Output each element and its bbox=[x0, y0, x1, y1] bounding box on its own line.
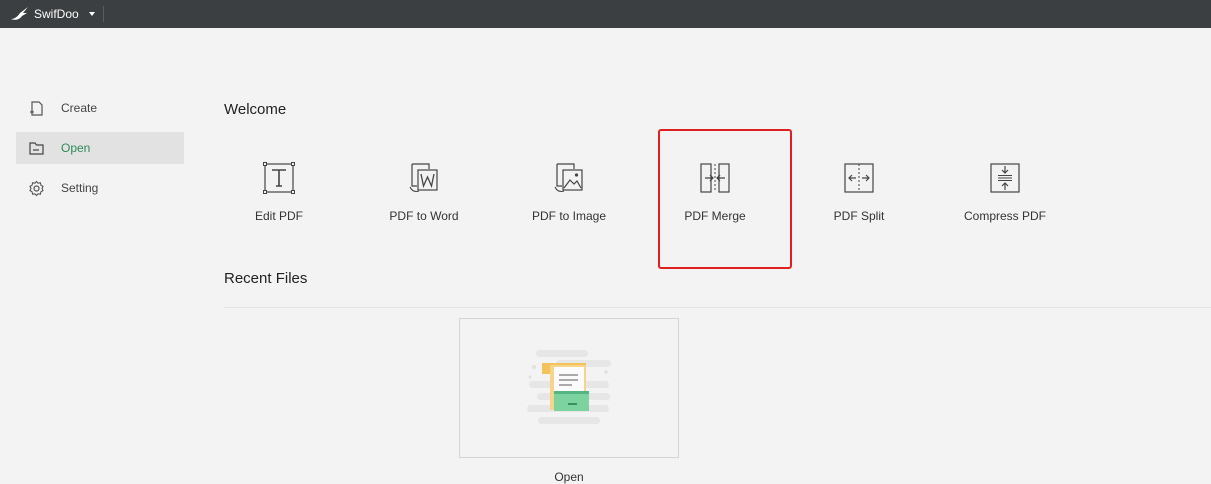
text-edit-icon bbox=[263, 162, 295, 194]
sidebar-item-label: Open bbox=[61, 141, 91, 155]
tool-label: Edit PDF bbox=[254, 209, 303, 223]
open-file-card[interactable] bbox=[459, 318, 679, 458]
sidebar-item-setting[interactable]: Setting bbox=[16, 172, 184, 204]
app-menu-dropdown-icon[interactable] bbox=[89, 12, 95, 16]
word-icon bbox=[409, 163, 438, 193]
tool-compress-pdf[interactable]: Compress PDF bbox=[940, 160, 1070, 230]
tool-pdf-to-image[interactable]: PDF to Image bbox=[504, 160, 634, 230]
compress-icon bbox=[990, 163, 1020, 193]
sidebar-item-create[interactable]: Create bbox=[16, 92, 184, 124]
tool-label: PDF Split bbox=[833, 209, 885, 223]
create-file-icon bbox=[30, 101, 43, 116]
gear-icon bbox=[29, 180, 44, 197]
title-divider bbox=[103, 6, 104, 22]
swift-bird-logo-icon bbox=[11, 7, 28, 20]
merge-highlight-box bbox=[658, 129, 792, 269]
sidebar-item-open[interactable]: Open bbox=[16, 132, 184, 164]
tool-label: PDF to Word bbox=[389, 209, 459, 223]
tool-edit-pdf[interactable]: Edit PDF bbox=[214, 160, 344, 230]
sidebar-item-label: Setting bbox=[61, 181, 99, 195]
tool-pdf-to-word[interactable]: PDF to Word bbox=[359, 160, 489, 230]
open-card-label: Open bbox=[554, 470, 584, 484]
folder-icon bbox=[29, 142, 44, 155]
recent-files-heading: Recent Files bbox=[224, 270, 308, 287]
tool-label: PDF to Image bbox=[531, 209, 607, 223]
recent-files-divider bbox=[224, 307, 1211, 308]
sidebar-item-label: Create bbox=[61, 101, 98, 115]
title-bar: SwifDoo bbox=[0, 0, 1211, 28]
image-icon bbox=[554, 163, 583, 193]
app-title: SwifDoo bbox=[34, 7, 79, 21]
split-icon bbox=[844, 163, 874, 193]
tool-label: Compress PDF bbox=[963, 209, 1046, 223]
welcome-heading: Welcome bbox=[224, 101, 287, 118]
open-file-illustration-icon bbox=[527, 350, 611, 424]
tool-pdf-split[interactable]: PDF Split bbox=[794, 160, 924, 230]
